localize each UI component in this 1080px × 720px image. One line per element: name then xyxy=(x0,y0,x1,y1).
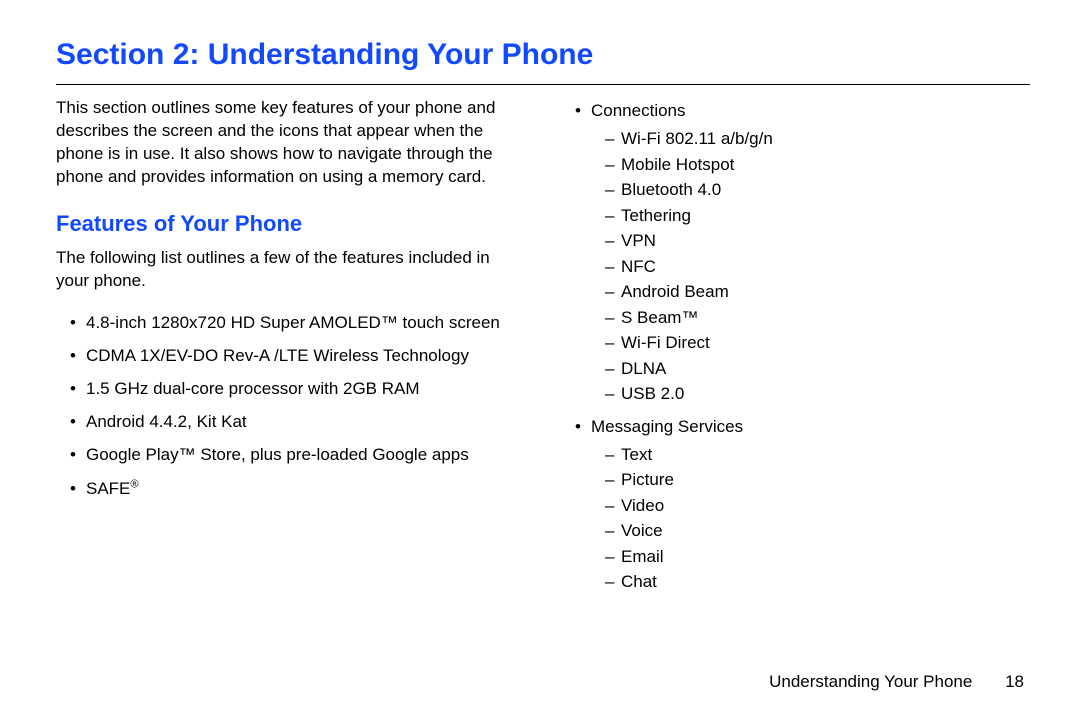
list-item: SAFE® xyxy=(70,475,525,502)
page-footer: Understanding Your Phone 18 xyxy=(769,672,1024,692)
sub-list-item: Picture xyxy=(605,467,1030,493)
sub-list-item: Voice xyxy=(605,518,1030,544)
sub-list-item: VPN xyxy=(605,228,1030,254)
sub-list-item: Email xyxy=(605,544,1030,570)
list-item: Google Play™ Store, plus pre-loaded Goog… xyxy=(70,441,525,468)
sub-list-item: NFC xyxy=(605,254,1030,280)
sub-list-item: Video xyxy=(605,493,1030,519)
manual-page: Section 2: Understanding Your Phone This… xyxy=(0,0,1080,720)
list-item: CDMA 1X/EV-DO Rev-A /LTE Wireless Techno… xyxy=(70,342,525,369)
sub-list-item: USB 2.0 xyxy=(605,381,1030,407)
list-item-label: Messaging Services xyxy=(591,417,743,436)
section-title: Section 2: Understanding Your Phone xyxy=(56,38,1030,72)
sub-list-item: Tethering xyxy=(605,203,1030,229)
list-item: Android 4.4.2, Kit Kat xyxy=(70,408,525,435)
sub-list-item: Text xyxy=(605,442,1030,468)
content-columns: This section outlines some key features … xyxy=(56,97,1030,601)
sub-list: Text Picture Video Voice Email Chat xyxy=(591,442,1030,595)
features-heading: Features of Your Phone xyxy=(56,211,525,237)
sub-list-item: Bluetooth 4.0 xyxy=(605,177,1030,203)
sub-list-item: Wi-Fi Direct xyxy=(605,330,1030,356)
footer-title: Understanding Your Phone xyxy=(769,672,972,691)
sub-list-item: S Beam™ xyxy=(605,305,1030,331)
sub-list: Wi-Fi 802.11 a/b/g/n Mobile Hotspot Blue… xyxy=(591,126,1030,407)
right-column: Connections Wi-Fi 802.11 a/b/g/n Mobile … xyxy=(561,97,1030,601)
features-lead: The following list outlines a few of the… xyxy=(56,247,525,293)
intro-paragraph: This section outlines some key features … xyxy=(56,97,525,189)
sub-list-item: DLNA xyxy=(605,356,1030,382)
right-bullet-list: Connections Wi-Fi 802.11 a/b/g/n Mobile … xyxy=(561,97,1030,595)
list-item: 4.8-inch 1280x720 HD Super AMOLED™ touch… xyxy=(70,309,525,336)
sub-list-item: Chat xyxy=(605,569,1030,595)
sub-list-item: Mobile Hotspot xyxy=(605,152,1030,178)
page-number: 18 xyxy=(1005,672,1024,692)
divider xyxy=(56,84,1030,85)
list-item: Connections Wi-Fi 802.11 a/b/g/n Mobile … xyxy=(575,97,1030,407)
left-bullet-list: 4.8-inch 1280x720 HD Super AMOLED™ touch… xyxy=(56,309,525,502)
list-item-text: SAFE® xyxy=(86,479,139,498)
left-column: This section outlines some key features … xyxy=(56,97,525,601)
sub-list-item: Android Beam xyxy=(605,279,1030,305)
list-item-label: Connections xyxy=(591,101,686,120)
list-item: 1.5 GHz dual-core processor with 2GB RAM xyxy=(70,375,525,402)
list-item: Messaging Services Text Picture Video Vo… xyxy=(575,413,1030,595)
sub-list-item: Wi-Fi 802.11 a/b/g/n xyxy=(605,126,1030,152)
